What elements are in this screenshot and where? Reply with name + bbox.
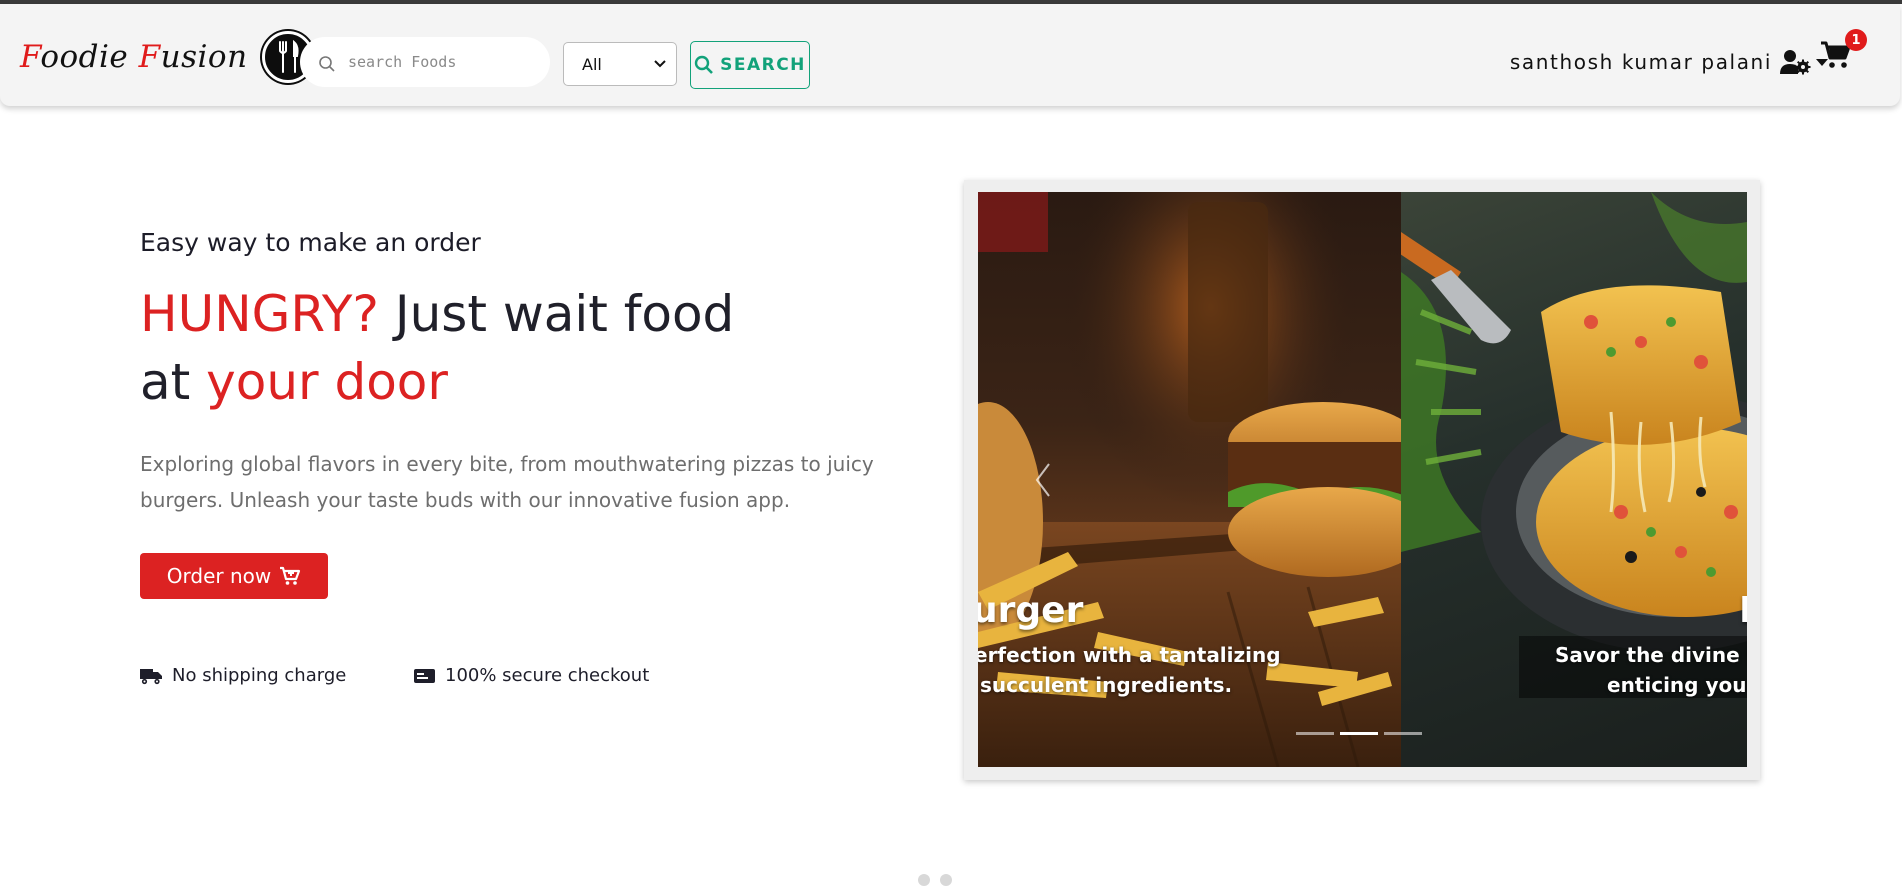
brand[interactable]: Foodie Fusion	[20, 31, 314, 83]
category-select[interactable]: All	[563, 42, 677, 86]
user-settings-icon	[1780, 49, 1812, 75]
pizza-caption-line2: enticing you wi	[1607, 673, 1747, 697]
order-now-label: Order now	[166, 564, 272, 588]
carousel-indicator-2[interactable]	[1340, 732, 1378, 735]
hero-kicker: Easy way to make an order	[140, 228, 481, 257]
search-button-label: SEARCH	[720, 55, 806, 75]
page-dot-1[interactable]	[918, 874, 930, 886]
brand-letter-f1: F	[20, 39, 41, 75]
card-icon	[414, 668, 435, 683]
category-selected-value: All	[582, 54, 602, 74]
burger-caption-line1: erfection with a tantalizing	[978, 643, 1281, 667]
carousel-viewport: urger erfection with a tantalizing succu…	[978, 192, 1747, 767]
brand-word-2: usion	[160, 39, 248, 75]
carousel-slide-pizza: P Savor the divine fla enticing you wi	[1401, 192, 1747, 767]
feature-no-shipping: No shipping charge	[140, 665, 346, 686]
carousel-prev-arrow-icon[interactable]	[1034, 462, 1052, 498]
search-button-icon	[694, 55, 714, 74]
user-menu[interactable]: santhosh kumar palani	[1510, 44, 1828, 80]
feature-secure-checkout: 100% secure checkout	[414, 665, 649, 686]
carousel-slide-burger: urger erfection with a tantalizing succu…	[978, 192, 1401, 767]
order-now-button[interactable]: Order now	[140, 553, 328, 599]
truck-icon	[140, 668, 162, 684]
hero-title: HUNGRY? Just wait food at your door	[140, 280, 760, 416]
hero-title-hungry: HUNGRY?	[140, 285, 379, 343]
brand-letter-f2: F	[138, 39, 161, 75]
burger-caption-line2: succulent ingredients.	[980, 673, 1233, 697]
carousel-indicator-3[interactable]	[1384, 732, 1422, 735]
brand-name: Foodie Fusion	[20, 39, 248, 75]
search-field[interactable]	[300, 37, 550, 87]
pizza-caption-title: P	[1739, 590, 1747, 631]
page-dot-2[interactable]	[940, 874, 952, 886]
search-input[interactable]	[346, 52, 540, 72]
burger-caption-title: urger	[978, 590, 1084, 631]
carousel-indicator-1[interactable]	[1296, 732, 1334, 735]
cart-count-badge: 1	[1845, 29, 1867, 51]
hero-description: Exploring global flavors in every bite, …	[140, 452, 874, 512]
page-scroll-dots	[918, 874, 952, 886]
search-button[interactable]: SEARCH	[690, 41, 810, 89]
pizza-caption-line1: Savor the divine fla	[1555, 643, 1747, 667]
brand-word-1: oodie	[40, 39, 139, 75]
cart-plus-icon	[280, 566, 301, 585]
feature-secure-checkout-label: 100% secure checkout	[445, 665, 650, 686]
navbar: Foodie Fusion All SEARCH santhosh kumar …	[0, 4, 1900, 106]
food-carousel: urger erfection with a tantalizing succu…	[964, 180, 1760, 780]
user-name: santhosh kumar palani	[1509, 50, 1772, 74]
search-icon	[319, 56, 335, 72]
chevron-down-icon	[654, 60, 666, 68]
hero-title-door: your door	[206, 353, 448, 411]
feature-no-shipping-label: No shipping charge	[172, 665, 347, 686]
